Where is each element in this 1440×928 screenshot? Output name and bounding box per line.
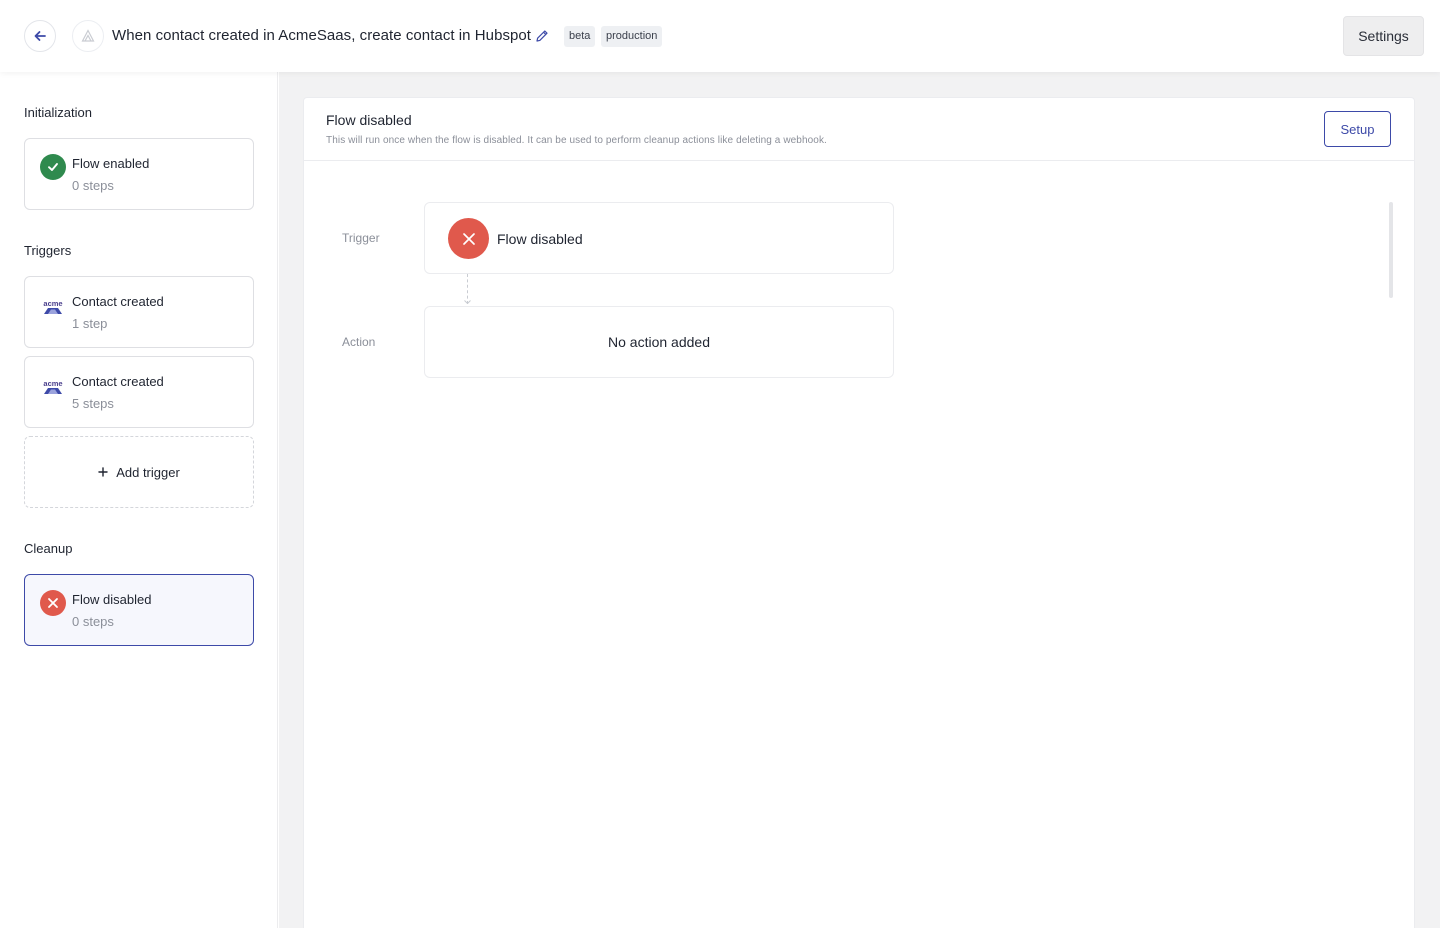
settings-button[interactable]: Settings — [1343, 16, 1424, 56]
section-label-triggers: Triggers — [24, 243, 72, 258]
tag-production: production — [601, 26, 663, 47]
add-trigger-content: Add trigger — [98, 465, 180, 480]
plus-icon — [98, 467, 108, 477]
card-trigger-contact-created[interactable]: acme Contact created 1 step — [24, 276, 254, 348]
card-title: Contact created — [72, 374, 164, 389]
tag-beta: beta — [564, 26, 596, 47]
add-trigger-label: Add trigger — [116, 464, 180, 480]
card-title: Flow disabled — [72, 592, 152, 607]
acme-logo-text: acme — [43, 379, 62, 388]
card-trigger-contact-created[interactable]: acme Contact created 5 steps — [24, 356, 254, 428]
sidebar: Initialization Flow enabled 0 steps Trig… — [0, 72, 278, 928]
trigger-name: Flow disabled — [497, 231, 583, 247]
card-title: Flow enabled — [72, 156, 150, 171]
panel-header: Flow disabled This will run once when th… — [304, 98, 1414, 161]
panel-description: This will run once when the flow is disa… — [326, 135, 827, 146]
action-row-label: Action — [342, 335, 376, 349]
flow-title: When contact created in AcmeSaas, create… — [112, 27, 532, 44]
card-steps: 1 step — [72, 316, 108, 331]
chevron-down-icon — [464, 300, 471, 304]
card-flow-enabled[interactable]: Flow enabled 0 steps — [24, 138, 254, 210]
x-circle-icon — [448, 218, 489, 259]
section-label-cleanup: Cleanup — [24, 541, 73, 556]
action-card[interactable]: No action added — [424, 306, 894, 378]
flow-panel: Flow disabled This will run once when th… — [303, 97, 1415, 928]
card-steps: 0 steps — [72, 614, 114, 629]
acme-logo-icon: acme — [40, 292, 66, 318]
pencil-icon[interactable] — [535, 29, 549, 43]
card-steps: 5 steps — [72, 396, 114, 411]
acme-logo-text: acme — [43, 299, 62, 308]
card-title: Contact created — [72, 294, 164, 309]
logo-icon — [81, 29, 95, 42]
setup-button[interactable]: Setup — [1324, 111, 1391, 147]
check-circle-icon — [40, 154, 66, 180]
x-circle-icon — [40, 590, 66, 616]
scrollbar[interactable] — [1389, 202, 1393, 298]
section-label-initialization: Initialization — [24, 105, 92, 120]
card-flow-disabled[interactable]: Flow disabled 0 steps — [24, 574, 254, 646]
panel-title: Flow disabled — [326, 112, 412, 128]
trigger-card[interactable]: Flow disabled — [424, 202, 894, 274]
arrow-left-icon — [34, 31, 46, 41]
app-logo — [72, 20, 104, 52]
no-action-text: No action added — [608, 334, 710, 350]
trigger-row-label: Trigger — [342, 231, 380, 245]
acme-logo-icon: acme — [40, 372, 66, 398]
top-bar: When contact created in AcmeSaas, create… — [0, 0, 1440, 72]
add-trigger-button[interactable]: Add trigger — [24, 436, 254, 508]
back-button[interactable] — [24, 20, 56, 52]
card-steps: 0 steps — [72, 178, 114, 193]
